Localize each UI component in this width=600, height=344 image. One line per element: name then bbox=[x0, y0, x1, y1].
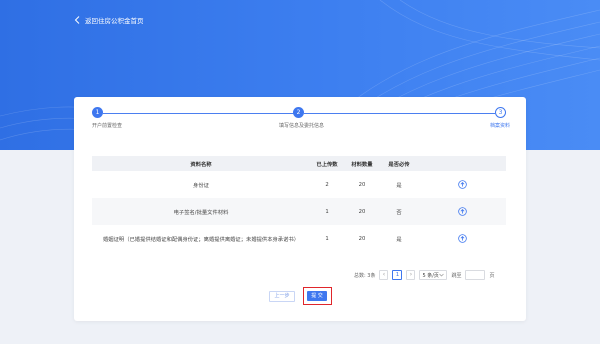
table-row: 电子签名/批量文件材料 1 20 否 bbox=[92, 198, 506, 225]
page-number-current[interactable]: 1 bbox=[392, 270, 403, 280]
page-suffix: 页 bbox=[489, 272, 495, 279]
step-connector bbox=[304, 112, 495, 114]
step-progress: 1 开户前置检查 2 填写信息及委托信息 3 档案资料 bbox=[74, 97, 526, 137]
jump-label: 跳至 bbox=[451, 272, 462, 279]
step-3-indicator: 3 bbox=[495, 107, 506, 118]
total-count: 总数: 3条 bbox=[354, 272, 376, 279]
action-cell bbox=[418, 225, 506, 252]
col-header-uploaded: 已上传数 bbox=[310, 156, 344, 171]
col-header-action bbox=[418, 156, 506, 171]
upload-icon[interactable] bbox=[457, 180, 467, 189]
submit-highlight-box: 提 交 bbox=[303, 287, 332, 305]
page-size-value: 5 条/页 bbox=[422, 272, 439, 279]
upload-icon[interactable] bbox=[457, 234, 467, 243]
back-link-label: 返回住房公积金首页 bbox=[85, 17, 144, 25]
table-row: 婚姻证明（已婚提供结婚证和配偶身份证；离婚提供离婚证；未婚提供本身承诺书） 1 … bbox=[92, 225, 506, 252]
action-cell bbox=[418, 171, 506, 198]
col-header-name: 资料名称 bbox=[92, 156, 310, 171]
step-1-indicator: 1 bbox=[92, 107, 103, 118]
action-cell bbox=[418, 198, 506, 225]
next-page-button[interactable]: › bbox=[406, 270, 416, 280]
step-2-indicator: 2 bbox=[293, 107, 304, 118]
material-name: 身份证 bbox=[193, 182, 209, 189]
step-1-label: 开户前置检查 bbox=[92, 123, 123, 129]
step-2-label: 填写信息及委托信息 bbox=[279, 123, 325, 129]
pagination: 总数: 3条 ‹ 1 › 5 条/页 跳至 页 bbox=[354, 270, 495, 280]
required-flag: 是 bbox=[396, 236, 402, 243]
uploaded-count: 1 bbox=[325, 235, 329, 242]
prev-page-button[interactable]: ‹ bbox=[379, 270, 389, 280]
uploaded-count: 2 bbox=[325, 181, 329, 188]
chevron-left-icon bbox=[74, 16, 80, 24]
col-header-quantity: 材料数量 bbox=[344, 156, 380, 171]
required-flag: 是 bbox=[396, 182, 402, 189]
material-quantity: 20 bbox=[358, 181, 366, 188]
material-name: 婚姻证明（已婚提供结婚证和配偶身份证；离婚提供离婚证；未婚提供本身承诺书） bbox=[103, 236, 299, 243]
material-quantity: 20 bbox=[344, 198, 380, 225]
table-row: 身份证 2 20 是 bbox=[92, 171, 506, 198]
step-3-label: 档案资料 bbox=[490, 123, 511, 129]
jump-page-input[interactable] bbox=[465, 270, 486, 280]
page-size-select[interactable]: 5 条/页 bbox=[419, 270, 448, 280]
upload-icon[interactable] bbox=[457, 207, 467, 216]
step-connector bbox=[103, 112, 294, 114]
uploaded-count: 1 bbox=[310, 198, 344, 225]
main-card: 1 开户前置检查 2 填写信息及委托信息 3 档案资料 资料名称 已上传数 材料… bbox=[74, 97, 526, 321]
materials-table: 资料名称 已上传数 材料数量 是否必传 身份证 2 20 是 电子签名/批量文件… bbox=[92, 156, 506, 252]
submit-button[interactable]: 提 交 bbox=[307, 290, 327, 301]
material-quantity: 20 bbox=[358, 235, 366, 242]
col-header-required: 是否必传 bbox=[380, 156, 418, 171]
prev-step-button[interactable]: 上一步 bbox=[269, 291, 295, 302]
material-name: 电子签名/批量文件材料 bbox=[92, 198, 310, 225]
chevron-down-icon bbox=[439, 273, 445, 277]
table-header-row: 资料名称 已上传数 材料数量 是否必传 bbox=[92, 156, 506, 171]
required-flag: 否 bbox=[380, 198, 418, 225]
back-link[interactable]: 返回住房公积金首页 bbox=[74, 15, 144, 25]
